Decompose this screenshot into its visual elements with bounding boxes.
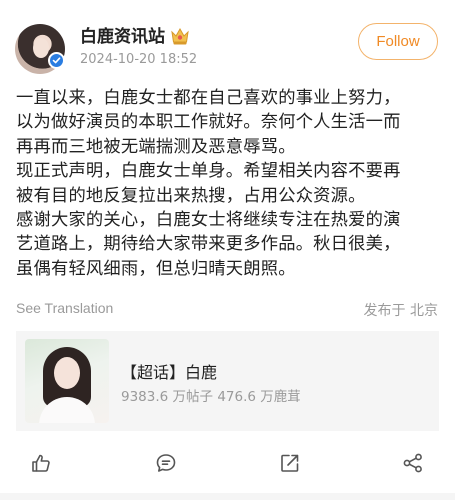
- supertopic-card[interactable]: 【超话】白鹿 9383.6 万帖子 476.6 万鹿茸: [16, 331, 439, 431]
- post-text-line: 艺道路上，期待给大家带来更多作品。秋日很美，: [16, 234, 401, 255]
- crown-badge-icon: [169, 26, 191, 46]
- supertopic-title: 【超话】白鹿: [121, 363, 218, 382]
- post-timestamp: 2024-10-20 18:52: [80, 52, 198, 67]
- post-text-line: 一直以来，白鹿女士都在自己喜欢的事业上努力，: [16, 88, 401, 108]
- action-bar: [0, 440, 455, 486]
- follow-button[interactable]: Follow: [358, 23, 438, 60]
- supertopic-stats: 9383.6 万帖子 476.6 万鹿茸: [121, 389, 301, 405]
- divider: [0, 493, 455, 500]
- repost-icon[interactable]: [277, 450, 303, 476]
- post-text-line: 现正式声明，白鹿女士单身。希望相关内容不要再: [16, 161, 401, 182]
- post-text-line: 以为做好演员的本职工作就好。奈何个人生活一而: [16, 112, 401, 133]
- post-text-line: 被有目的地反复拉出来热搜，占用公众资源。: [16, 185, 366, 206]
- post-text-line: 感谢大家的关心，白鹿女士将继续专注在热爱的演: [16, 210, 401, 231]
- post-header: 白鹿资讯站 2024-10-20 18:52 Follow: [0, 0, 455, 82]
- avatar-face: [33, 38, 49, 58]
- post-text-line: 再再而三地被无端揣测及恶意辱骂。: [16, 136, 296, 157]
- author-name[interactable]: 白鹿资讯站: [80, 27, 165, 47]
- see-translation-link[interactable]: See Translation: [16, 300, 113, 316]
- cover-face: [54, 357, 80, 389]
- post-text-line: 虽偶有轻风细雨，但总归晴天朗照。: [16, 258, 296, 279]
- like-icon[interactable]: [28, 450, 54, 476]
- share-icon[interactable]: [400, 450, 426, 476]
- comment-icon[interactable]: [153, 450, 179, 476]
- post-location: 发布于 北京: [363, 303, 438, 319]
- post-text: 一直以来，白鹿女士都在自己喜欢的事业上努力， 以为做好演员的本职工作就好。奈何个…: [16, 86, 446, 281]
- supertopic-cover-image: [25, 339, 109, 423]
- verified-icon: [48, 52, 65, 69]
